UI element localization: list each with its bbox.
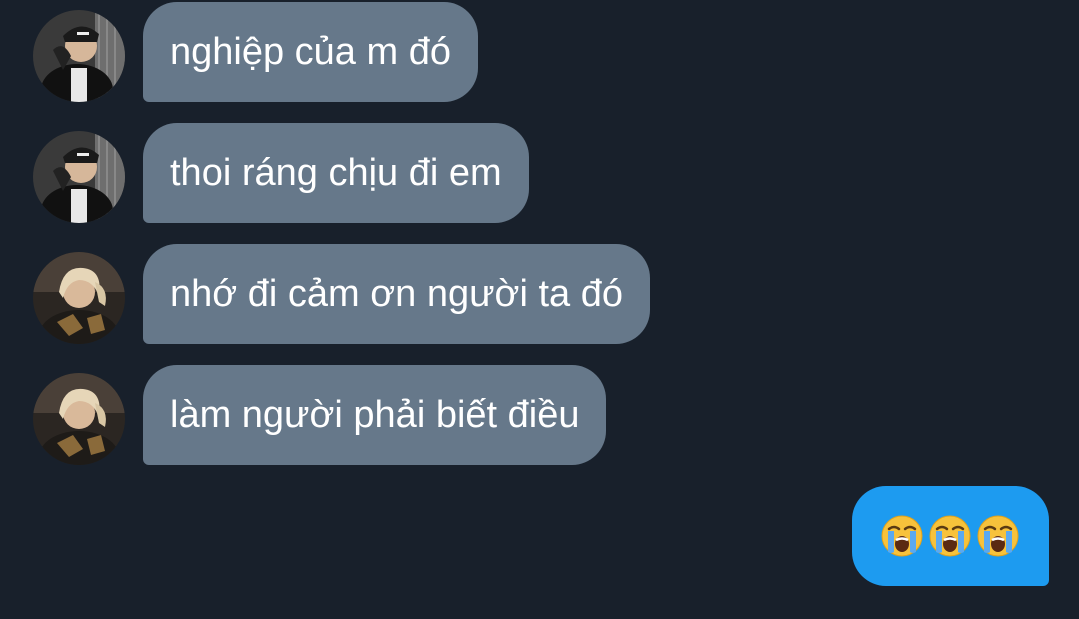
- message-bubble[interactable]: thoi ráng chịu đi em: [143, 123, 529, 223]
- loudly-crying-face-icon: [928, 514, 972, 558]
- avatar-photo-b: [33, 373, 125, 465]
- message-text: nhớ đi cảm ơn người ta đó: [170, 273, 623, 315]
- message-text: làm người phải biết điều: [170, 394, 580, 436]
- avatar[interactable]: [33, 131, 125, 223]
- avatar[interactable]: [33, 373, 125, 465]
- chat-thread: nghiệp của m đó thoi ráng chịu đi em nhớ…: [0, 0, 1079, 619]
- avatar-photo-a: [33, 131, 125, 223]
- avatar-photo-b: [33, 252, 125, 344]
- loudly-crying-face-icon: [880, 514, 924, 558]
- message-bubble[interactable]: nghiệp của m đó: [143, 2, 478, 102]
- outgoing-message-bubble[interactable]: [852, 486, 1049, 586]
- message-text: nghiệp của m đó: [170, 31, 451, 73]
- avatar-photo-a: [33, 10, 125, 102]
- emoji-group: [880, 514, 1020, 560]
- message-bubble[interactable]: nhớ đi cảm ơn người ta đó: [143, 244, 650, 344]
- message-text: thoi ráng chịu đi em: [170, 152, 502, 194]
- avatar[interactable]: [33, 10, 125, 102]
- message-bubble[interactable]: làm người phải biết điều: [143, 365, 607, 465]
- loudly-crying-face-icon: [976, 514, 1020, 558]
- avatar[interactable]: [33, 252, 125, 344]
